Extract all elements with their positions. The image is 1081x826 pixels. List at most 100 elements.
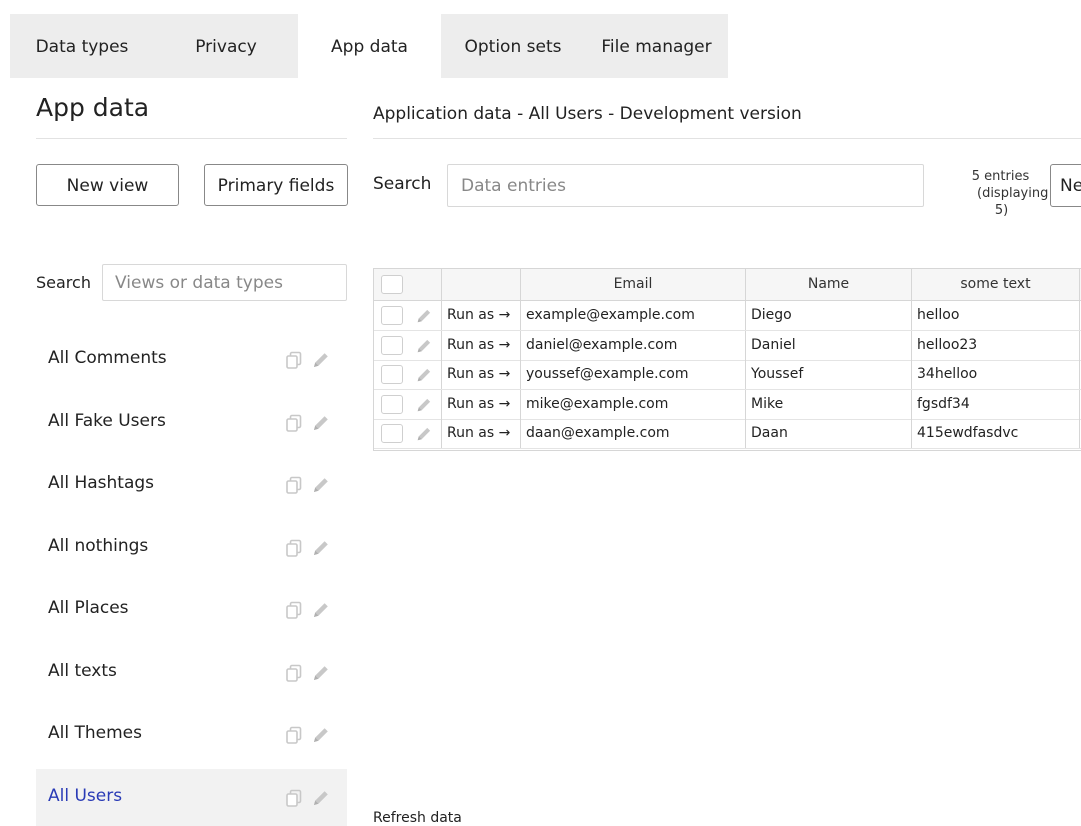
entries-count-line: 5) — [994, 203, 1009, 218]
view-item-label: All Themes — [48, 723, 142, 743]
cell-name[interactable]: Youssef — [746, 360, 912, 389]
pencil-icon[interactable] — [311, 600, 331, 620]
header-select-cell — [374, 269, 442, 300]
row-select-cell — [374, 389, 442, 419]
view-item[interactable]: All nothings — [36, 519, 347, 576]
pencil-icon[interactable] — [415, 307, 433, 325]
cell-some-text[interactable]: fgsdf34 — [912, 389, 1080, 419]
primary-fields-button[interactable]: Primary fields — [204, 164, 348, 206]
pencil-icon[interactable] — [311, 350, 331, 370]
pencil-icon[interactable] — [311, 475, 331, 495]
view-item-label: All texts — [48, 660, 117, 681]
row-select-cell — [374, 301, 442, 330]
view-item-label: All Fake Users — [48, 410, 166, 431]
row-checkbox[interactable] — [381, 365, 403, 384]
view-item[interactable]: All Users — [36, 768, 347, 826]
cell-name[interactable]: Mike — [746, 389, 912, 419]
row-checkbox[interactable] — [381, 424, 403, 443]
pencil-icon[interactable] — [415, 366, 433, 384]
cell-some-text[interactable]: helloo23 — [912, 330, 1080, 360]
entries-count-line: (displaying — [977, 186, 1049, 201]
entries-search-label: Search — [373, 174, 432, 194]
new-entry-button[interactable]: New entry — [1050, 164, 1081, 207]
view-item-label: All nothings — [48, 535, 149, 556]
copy-icon[interactable] — [284, 663, 304, 683]
run-as-link[interactable]: Run as → — [442, 330, 521, 360]
new-view-button[interactable]: New view — [36, 164, 179, 206]
pencil-icon[interactable] — [311, 725, 331, 745]
divider — [373, 138, 1081, 139]
view-item-label: All Hashtags — [48, 473, 155, 493]
view-item[interactable]: All Themes — [36, 706, 347, 763]
cell-email[interactable]: youssef@example.com — [521, 360, 746, 389]
run-as-link[interactable]: Run as → — [442, 389, 521, 419]
column-header-email[interactable]: Email — [521, 269, 746, 300]
view-item[interactable]: All Places — [36, 581, 347, 638]
cell-some-text[interactable]: 415ewdfasdvc — [912, 419, 1080, 448]
views-search-input[interactable] — [102, 264, 347, 301]
pencil-icon[interactable] — [311, 413, 331, 433]
cell-name[interactable]: Diego — [746, 301, 912, 330]
pencil-icon[interactable] — [415, 337, 433, 355]
row-select-cell — [374, 419, 442, 448]
page-title: Application data - All Users - Developme… — [373, 104, 802, 124]
row-checkbox[interactable] — [381, 394, 403, 414]
header-action-cell — [442, 269, 521, 300]
run-as-link[interactable]: Run as → — [442, 419, 521, 448]
copy-icon[interactable] — [284, 725, 304, 745]
row-select-cell — [374, 360, 442, 389]
refresh-data-link[interactable]: Refresh data — [373, 810, 462, 826]
pencil-icon[interactable] — [311, 663, 331, 683]
view-item-label: All Users — [48, 785, 123, 806]
cell-email[interactable]: mike@example.com — [521, 389, 746, 419]
table-row: Run as → mike@example.com Mike fgsdf34 — [374, 389, 1081, 420]
tab-privacy[interactable]: Privacy — [154, 14, 298, 78]
divider — [36, 138, 347, 139]
table-header: Email Name some text — [374, 269, 1081, 301]
data-table: Email Name some text Run as → example@exa… — [373, 268, 1081, 451]
copy-icon[interactable] — [284, 475, 304, 495]
select-all-checkbox[interactable] — [381, 275, 403, 294]
table-row: Run as → example@example.com Diego helloo — [374, 301, 1081, 331]
run-as-link[interactable]: Run as → — [442, 301, 521, 330]
entries-count-line: 5 entries — [971, 169, 1030, 184]
cell-some-text[interactable]: 34helloo — [912, 360, 1080, 389]
run-as-link[interactable]: Run as → — [442, 360, 521, 389]
row-checkbox[interactable] — [381, 335, 403, 355]
row-select-cell — [374, 330, 442, 360]
view-item[interactable]: All Fake Users — [36, 394, 347, 451]
row-checkbox[interactable] — [381, 306, 403, 325]
cell-name[interactable]: Daniel — [746, 330, 912, 360]
copy-icon[interactable] — [284, 788, 304, 808]
cell-some-text[interactable]: helloo — [912, 301, 1080, 330]
tab-data-types[interactable]: Data types — [10, 14, 154, 78]
view-item[interactable]: All Comments — [36, 331, 347, 388]
column-header-some-text[interactable]: some text — [912, 269, 1080, 300]
tab-option-sets[interactable]: Option sets — [441, 14, 585, 78]
entries-search-input[interactable] — [447, 164, 924, 207]
copy-icon[interactable] — [284, 538, 304, 558]
copy-icon[interactable] — [284, 600, 304, 620]
panel-title: App data — [36, 93, 150, 122]
pencil-icon[interactable] — [415, 396, 433, 414]
cell-email[interactable]: example@example.com — [521, 301, 746, 330]
column-header-name[interactable]: Name — [746, 269, 912, 300]
view-item[interactable]: All texts — [36, 644, 347, 701]
copy-icon[interactable] — [284, 413, 304, 433]
tab-app-data[interactable]: App data — [298, 14, 441, 78]
view-item[interactable]: All Hashtags — [36, 456, 347, 513]
pencil-icon[interactable] — [415, 425, 433, 443]
table-row: Run as → youssef@example.com Youssef 34hell… — [374, 360, 1081, 390]
entries-count: 5 entries (displaying 5) — [953, 168, 1049, 219]
table-row: Run as → daan@example.com Daan 415ewdfasdvc — [374, 419, 1081, 449]
pencil-icon[interactable] — [311, 538, 331, 558]
view-item-label: All Comments — [48, 348, 167, 368]
tab-file-manager[interactable]: File manager — [585, 14, 728, 78]
cell-email[interactable]: daan@example.com — [521, 419, 746, 448]
cell-email[interactable]: daniel@example.com — [521, 330, 746, 360]
pencil-icon[interactable] — [311, 788, 331, 808]
cell-name[interactable]: Daan — [746, 419, 912, 448]
view-item-label: All Places — [48, 598, 129, 618]
tab-bar: Data types Privacy App data Option sets … — [10, 14, 728, 78]
copy-icon[interactable] — [284, 350, 304, 370]
